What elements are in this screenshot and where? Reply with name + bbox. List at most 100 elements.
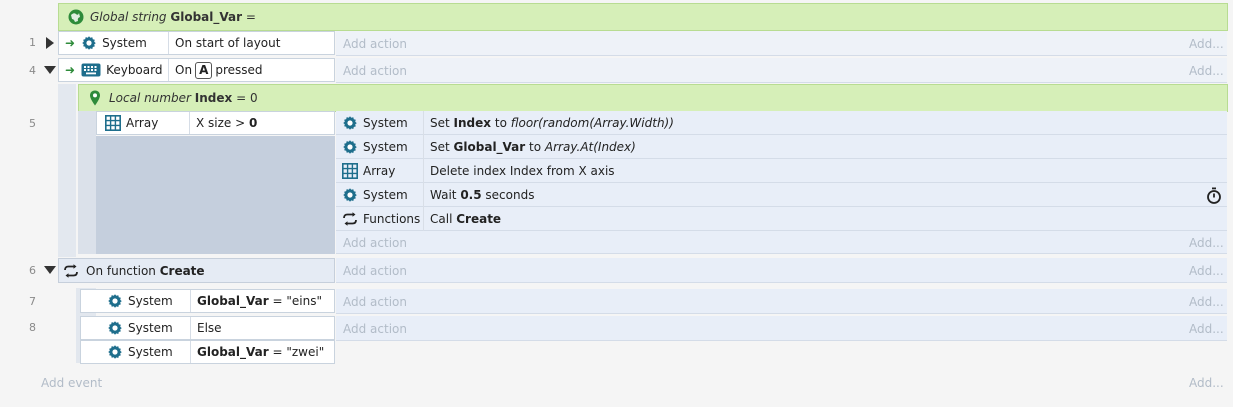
action-row[interactable]: System Wait 0.5 seconds <box>336 183 1227 207</box>
gear-icon <box>107 344 123 360</box>
local-variable-row[interactable]: Local number Index = 0 <box>78 84 1228 112</box>
action-row[interactable]: System Set Global_Var to Array.At(Index) <box>336 135 1227 159</box>
condition-object: Array <box>97 112 190 134</box>
global-var-type: Global string <box>90 10 167 24</box>
action-text: Call Create <box>430 212 502 226</box>
add-menu-link[interactable]: Add... <box>1189 376 1224 390</box>
condition-value: 0 <box>249 116 258 130</box>
globe-icon <box>68 9 84 25</box>
line-number: 4 <box>29 64 36 77</box>
action-row[interactable]: Array Delete index Index from X axis <box>336 159 1227 183</box>
condition-object: ➜ Keyboard <box>59 59 169 81</box>
function-loop-icon <box>342 212 358 226</box>
action-area[interactable] <box>336 316 1227 341</box>
line-number: 8 <box>29 321 36 334</box>
event-condition[interactable]: System Global_Var = "zwei" <box>80 340 335 364</box>
key-a-badge: A <box>195 61 213 79</box>
action-object: Array <box>336 159 424 183</box>
add-event-link[interactable]: Add event <box>41 376 102 390</box>
function-name: Create <box>159 263 205 278</box>
sub-event-indent <box>58 84 76 257</box>
add-action-link[interactable]: Add action <box>343 37 407 51</box>
event-condition[interactable]: ➜ Keyboard On A pressed <box>58 58 335 82</box>
grid-icon <box>105 115 121 131</box>
condition-text: On A pressed <box>169 59 263 81</box>
event-condition-padding <box>96 136 335 254</box>
object-name: Functions <box>363 212 421 226</box>
object-name: System <box>363 116 408 130</box>
object-name: Array <box>126 116 159 130</box>
object-name: System <box>128 345 173 359</box>
add-menu-link[interactable]: Add... <box>1189 64 1224 78</box>
condition-prefix: On <box>175 63 193 77</box>
gear-icon <box>107 293 123 309</box>
action-row[interactable]: System Set Index to floor(random(Array.W… <box>336 111 1227 135</box>
action-text: Set Index to floor(random(Array.Width)) <box>430 116 674 130</box>
condition-object: System <box>81 341 191 363</box>
line-number: 6 <box>29 264 36 277</box>
grid-icon <box>342 163 358 179</box>
add-action-link[interactable]: Add action <box>343 322 407 336</box>
line-number: 1 <box>29 36 36 49</box>
add-action-link[interactable]: Add action <box>343 264 407 278</box>
gear-icon <box>342 187 358 203</box>
collapse-toggle[interactable] <box>44 266 56 274</box>
stopwatch-icon <box>1206 187 1222 204</box>
sub-event-indent <box>78 111 96 254</box>
function-loop-icon <box>63 263 79 278</box>
add-menu-link[interactable]: Add... <box>1189 264 1224 278</box>
condition-object: ➜ System <box>59 32 169 54</box>
action-area[interactable] <box>336 231 1227 254</box>
object-name: System <box>102 36 147 50</box>
object-name: Keyboard <box>106 63 163 77</box>
gear-icon <box>107 320 123 336</box>
action-area[interactable] <box>336 258 1227 283</box>
trigger-arrow-icon: ➜ <box>65 36 76 50</box>
action-object: System <box>336 183 424 207</box>
global-var-suffix: = <box>245 10 256 24</box>
event-condition[interactable]: System Else <box>80 316 335 340</box>
pin-icon <box>89 90 101 106</box>
condition-suffix: pressed <box>215 63 263 77</box>
add-menu-link[interactable]: Add... <box>1189 322 1224 336</box>
collapse-toggle[interactable] <box>44 66 56 74</box>
function-header[interactable]: On function Create <box>58 258 335 283</box>
function-header-text: On function Create <box>59 259 205 282</box>
action-object: System <box>336 135 424 159</box>
add-action-link[interactable]: Add action <box>343 236 407 250</box>
keyboard-icon <box>81 63 101 77</box>
event-condition[interactable]: Array X size > 0 <box>96 111 335 135</box>
add-action-link[interactable]: Add action <box>343 64 407 78</box>
object-name: System <box>128 294 173 308</box>
global-variable-row[interactable]: Global string Global_Var = <box>58 3 1228 31</box>
condition-text: Global_Var = "eins" <box>197 294 322 308</box>
trigger-arrow-icon: ➜ <box>65 63 76 77</box>
object-name: System <box>363 188 408 202</box>
gear-icon <box>342 139 358 155</box>
event-condition[interactable]: System Global_Var = "eins" <box>80 289 335 313</box>
local-var-name: Index <box>194 91 233 105</box>
local-var-suffix: = 0 <box>236 91 258 105</box>
object-name: Array <box>363 164 396 178</box>
action-text: Set Global_Var to Array.At(Index) <box>430 140 636 154</box>
line-number: 7 <box>29 295 36 308</box>
add-menu-link[interactable]: Add... <box>1189 37 1224 51</box>
action-row[interactable]: Functions Call Create <box>336 207 1227 231</box>
action-object: System <box>336 111 424 135</box>
action-area[interactable] <box>336 31 1227 56</box>
add-menu-link[interactable]: Add... <box>1189 236 1224 250</box>
expand-toggle[interactable] <box>46 37 54 49</box>
condition-object: System <box>81 317 191 339</box>
action-area[interactable] <box>336 58 1227 83</box>
condition-object: System <box>81 290 191 312</box>
event-condition[interactable]: ➜ System On start of layout <box>58 31 335 55</box>
add-menu-link[interactable]: Add... <box>1189 295 1224 309</box>
local-var-type: Local number <box>109 91 191 105</box>
object-name: System <box>363 140 408 154</box>
action-text: Wait 0.5 seconds <box>430 188 535 202</box>
condition-text: Else <box>197 321 222 335</box>
condition-prefix: X size > <box>196 116 246 130</box>
action-area[interactable] <box>336 289 1227 314</box>
global-var-name: Global_Var <box>170 10 243 24</box>
add-action-link[interactable]: Add action <box>343 295 407 309</box>
